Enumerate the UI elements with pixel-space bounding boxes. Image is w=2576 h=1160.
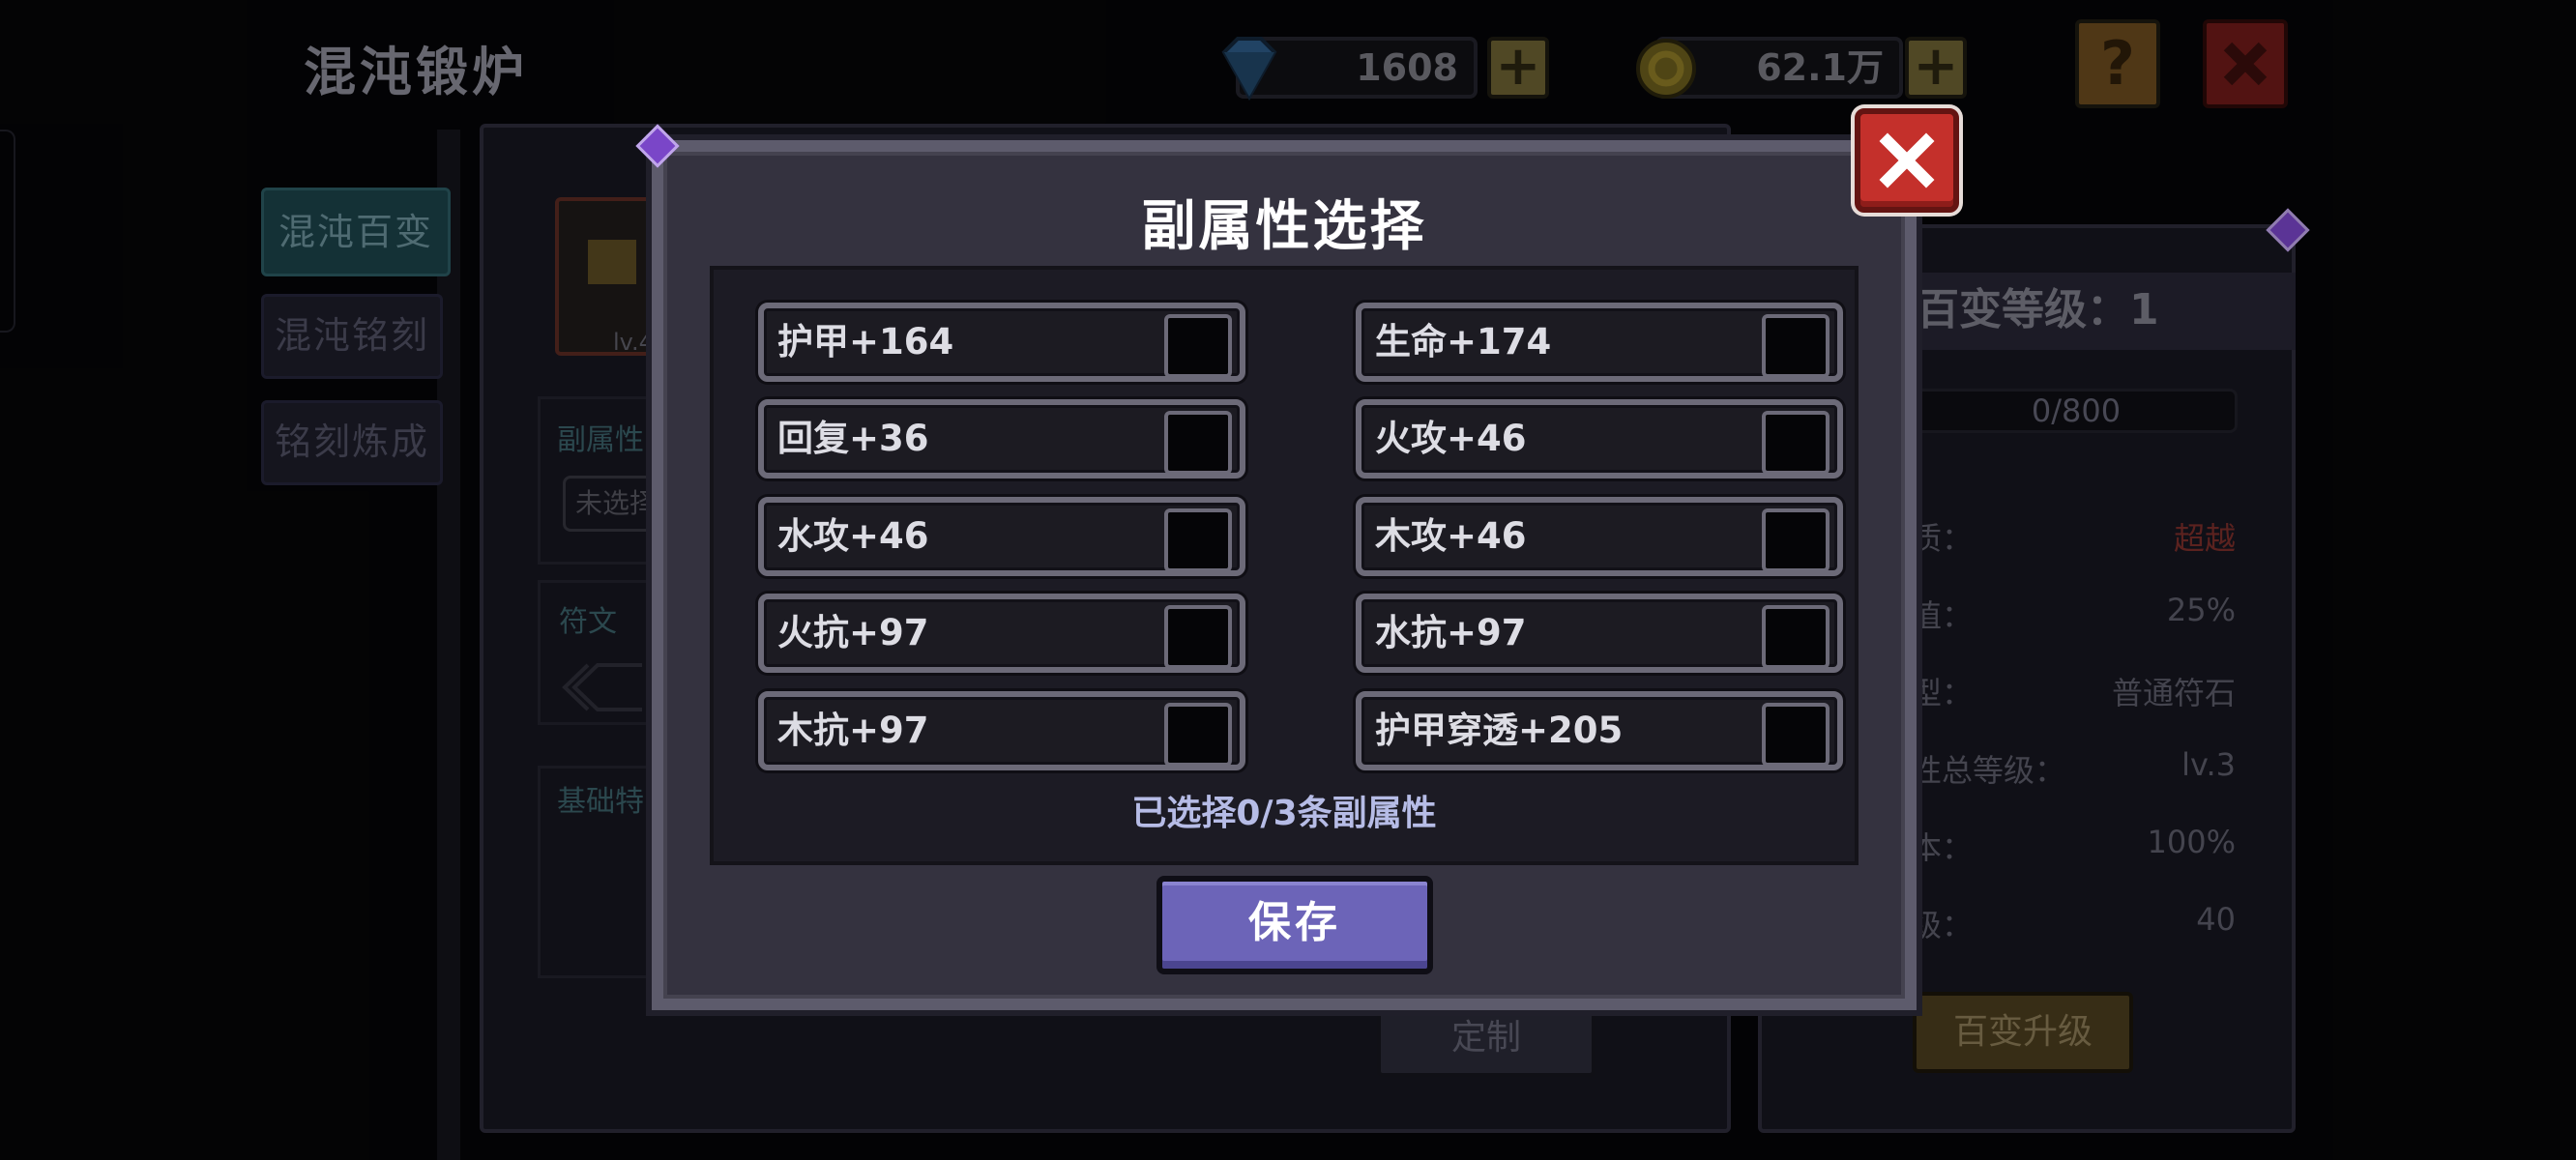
option-label: 回复+36	[777, 418, 929, 459]
option-checkbox[interactable]	[1164, 314, 1232, 378]
option-checkbox[interactable]	[1762, 605, 1830, 669]
option-checkbox[interactable]	[1164, 411, 1232, 475]
option-checkbox[interactable]	[1164, 703, 1232, 767]
option-label: 护甲+164	[777, 321, 954, 362]
selected-count: 已选择0/3条副属性	[1131, 794, 1437, 833]
option-label: 木抗+97	[777, 710, 929, 751]
option-label: 木攻+46	[1375, 515, 1527, 557]
close-icon	[1879, 132, 1935, 188]
option-checkbox[interactable]	[1762, 314, 1830, 378]
option-wood-attack[interactable]: 木攻+46	[1356, 497, 1843, 576]
option-checkbox[interactable]	[1164, 605, 1232, 669]
dialog-title: 副属性选择	[1141, 195, 1427, 258]
option-life[interactable]: 生命+174	[1356, 303, 1843, 382]
dialog-close-button[interactable]	[1855, 108, 1959, 213]
option-regen[interactable]: 回复+36	[758, 399, 1245, 478]
option-checkbox[interactable]	[1762, 411, 1830, 475]
option-label: 火攻+46	[1375, 418, 1527, 459]
option-checkbox[interactable]	[1762, 508, 1830, 572]
option-label: 水抗+97	[1375, 612, 1527, 653]
save-button[interactable]: 保存	[1156, 876, 1433, 974]
option-checkbox[interactable]	[1762, 703, 1830, 767]
option-wood-resist[interactable]: 木抗+97	[758, 691, 1245, 770]
option-label: 水攻+46	[777, 515, 929, 557]
option-fire-resist[interactable]: 火抗+97	[758, 594, 1245, 673]
option-armor[interactable]: 护甲+164	[758, 303, 1245, 382]
option-label: 火抗+97	[777, 612, 929, 653]
option-label: 生命+174	[1375, 321, 1552, 362]
option-checkbox[interactable]	[1164, 508, 1232, 572]
option-armor-penetration[interactable]: 护甲穿透+205	[1356, 691, 1843, 770]
options-panel: 护甲+164 生命+174 回复+36 火攻+46 水攻+46 木攻+46 火抗…	[710, 266, 1859, 865]
option-water-resist[interactable]: 水抗+97	[1356, 594, 1843, 673]
option-water-attack[interactable]: 水攻+46	[758, 497, 1245, 576]
dialog-corner-gem	[635, 124, 680, 168]
option-label: 护甲穿透+205	[1375, 710, 1624, 751]
sub-attr-dialog: 副属性选择 护甲+164 生命+174 回复+36 火攻+46 水攻+46 木攻…	[635, 124, 1917, 1010]
option-fire-attack[interactable]: 火攻+46	[1356, 399, 1843, 478]
